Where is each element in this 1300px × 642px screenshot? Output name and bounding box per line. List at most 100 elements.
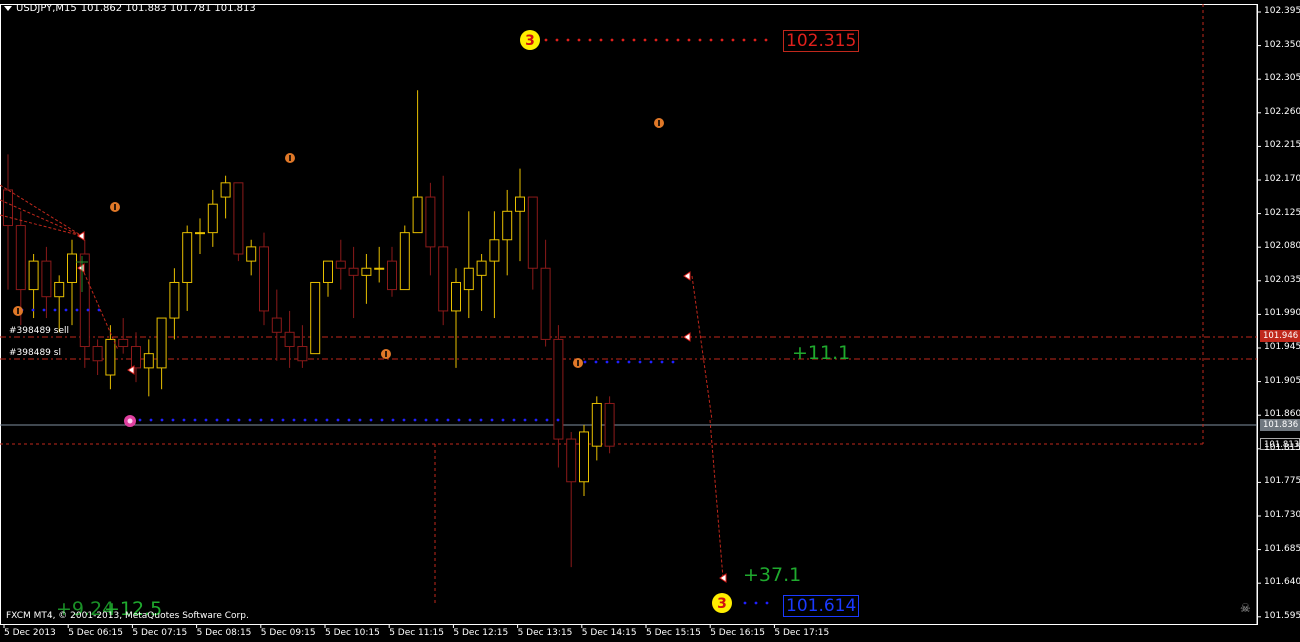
ohlc-values: 101.862 101.883 101.781 101.813 [80, 3, 256, 14]
time-tick-label: 5 Dec 07:15 [132, 628, 188, 638]
candle-body [41, 260, 52, 298]
candle-body [169, 281, 180, 319]
price-tick-label: 101.860 [1264, 409, 1300, 420]
blue-dots-mid [501, 418, 505, 422]
blue-dots-mid [171, 418, 175, 422]
blue-dots-mid [160, 418, 164, 422]
price-tick-label: 102.215 [1264, 140, 1300, 151]
blue-dots-right [649, 360, 653, 364]
high-dots [698, 38, 702, 42]
blue-dots-low [754, 601, 758, 605]
blue-dots-mid [138, 418, 142, 422]
high-dots [555, 38, 559, 42]
blue-dots-mid [369, 418, 373, 422]
candle-body [28, 260, 39, 291]
time-tick-label: 5 Dec 09:15 [260, 628, 316, 638]
price-tick-label: 101.640 [1264, 577, 1300, 588]
swing-low-marker-icon-text: 3 [717, 596, 727, 612]
profit-label-lower: +37.1 [743, 564, 802, 586]
blue-dots-mid [303, 418, 307, 422]
blue-dots-mid [259, 418, 263, 422]
blue-dots-mid [457, 418, 461, 422]
time-tick-label: 5 Dec 10:15 [325, 628, 380, 638]
candle-body [515, 196, 525, 212]
candle-body [412, 196, 423, 234]
blue-dots-left [75, 308, 79, 312]
price-tick-label: 101.595 [1264, 610, 1300, 621]
blue-dots-mid [358, 418, 362, 422]
blue-dots-mid [490, 418, 494, 422]
candle-body [438, 246, 449, 312]
blue-dots-right [583, 360, 587, 364]
high-dots [764, 38, 768, 42]
blue-dots-mid [226, 418, 230, 422]
blue-dots-mid [215, 418, 219, 422]
blue-dots-right [616, 360, 620, 364]
fractal-marker-glyph [658, 120, 660, 126]
candle-body [156, 317, 167, 369]
high-dots [544, 38, 548, 42]
candle-body [67, 253, 77, 283]
high-dots [643, 38, 647, 42]
price-tick-label: 102.305 [1264, 73, 1300, 84]
candle-body [527, 196, 538, 269]
high-dots [687, 38, 691, 42]
candle-body [566, 438, 577, 483]
candle-body [118, 338, 129, 348]
candle-body [502, 210, 513, 241]
chart-window[interactable]: 33 USDJPY,M15 101.862 101.883 101.781 10… [0, 0, 1300, 642]
high-dots [632, 38, 636, 42]
low-price-label: 101.614 [783, 595, 860, 617]
candle-body [489, 239, 500, 262]
candle-body [579, 431, 589, 483]
blue-dots-mid [534, 418, 538, 422]
trade-arrow-icon [683, 332, 691, 342]
blue-dots-right [627, 360, 631, 364]
time-tick-label: 5 Dec 14:15 [581, 628, 637, 638]
time-tick-label: 5 Dec 17:15 [774, 628, 830, 638]
blue-dots-mid [292, 418, 296, 422]
dropdown-triangle-icon[interactable] [4, 6, 12, 11]
plot-frame [0, 4, 1258, 625]
blue-dots-mid [347, 418, 351, 422]
candle-body [387, 260, 397, 291]
candle-body [131, 346, 141, 369]
candle-body [451, 281, 461, 312]
blue-dots-mid [413, 418, 417, 422]
time-tick-label: 5 Dec 06:15 [68, 628, 123, 638]
price-tick-label: 101.685 [1264, 543, 1300, 554]
blue-dots-mid [380, 418, 384, 422]
candle-body [476, 260, 487, 276]
blue-dots-mid [325, 418, 329, 422]
high-dots [720, 38, 724, 42]
candle-body [591, 402, 602, 447]
time-tick-label: 5 Dec 11:15 [389, 628, 444, 638]
swing-high-marker-icon-text: 3 [525, 33, 535, 49]
order-open-marker-center [127, 418, 133, 424]
blue-dots-right [605, 360, 609, 364]
blue-dots-mid [336, 418, 340, 422]
high-dots [676, 38, 680, 42]
price-chart[interactable]: 33 [0, 0, 1300, 642]
blue-dots-mid [512, 418, 516, 422]
blue-dots-mid [402, 418, 406, 422]
blue-dots-mid [446, 418, 450, 422]
fractal-marker-glyph [385, 351, 387, 357]
price-tick-label: 102.260 [1264, 106, 1300, 117]
candle-body [92, 346, 103, 362]
fractal-marker-glyph [289, 155, 291, 161]
candle-body [220, 182, 231, 198]
blue-dots-mid [248, 418, 252, 422]
candle-body [348, 267, 359, 276]
candle-body [233, 182, 244, 255]
high-dots [654, 38, 658, 42]
blue-dots-mid [435, 418, 439, 422]
time-tick-label: 5 Dec 13:15 [517, 628, 573, 638]
blue-dots-right [594, 360, 598, 364]
sell-price-box: 101.946 [1260, 330, 1300, 342]
skull-icon: ☠ [1240, 601, 1251, 615]
price-tick-label: 102.395 [1264, 6, 1300, 16]
high-dots [566, 38, 570, 42]
price-tick-label: 102.350 [1264, 39, 1300, 50]
blue-dots-mid [237, 418, 241, 422]
